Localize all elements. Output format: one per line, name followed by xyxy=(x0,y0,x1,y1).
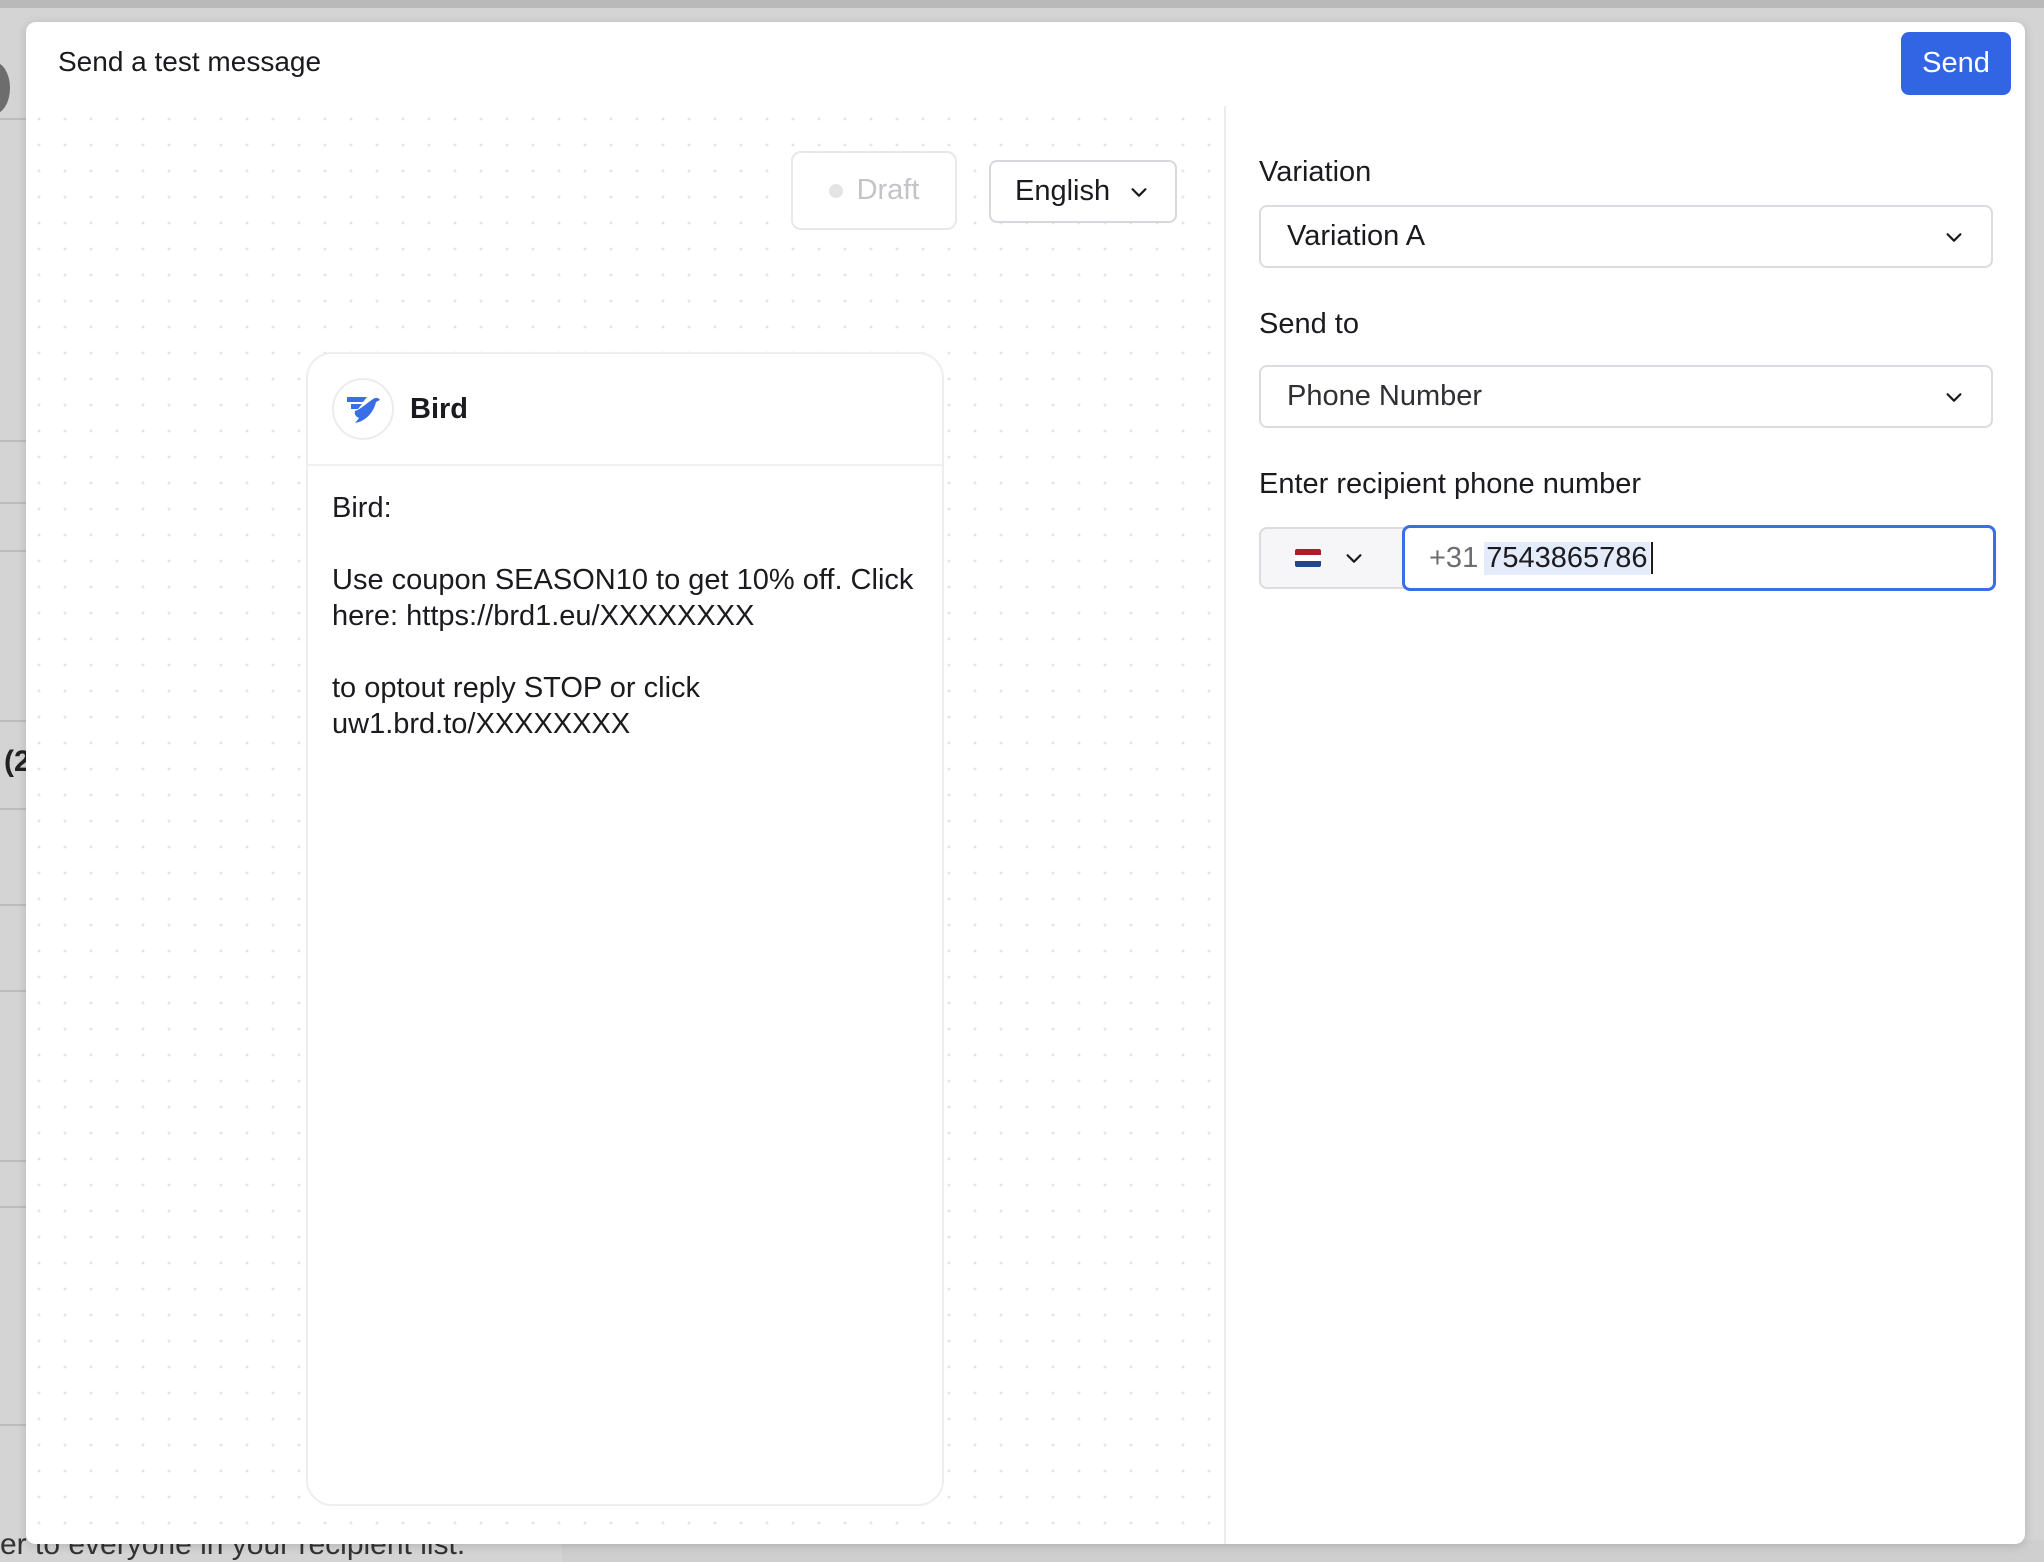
status-dot-icon xyxy=(828,183,843,198)
backdrop-top-strip xyxy=(0,0,2044,8)
variation-select-value: Variation A xyxy=(1287,220,1426,252)
modal-header: Send a test message Send xyxy=(26,22,2025,106)
send-to-select-value: Phone Number xyxy=(1287,380,1483,412)
bird-logo-icon xyxy=(347,397,380,423)
draft-status-button[interactable]: Draft xyxy=(791,151,957,230)
backdrop-divider xyxy=(0,1160,26,1162)
chevron-down-icon xyxy=(1946,232,1962,242)
sender-name: Bird xyxy=(410,392,468,425)
backdrop-divider xyxy=(0,904,26,906)
send-test-message-modal: Send a test message Send Draft English B… xyxy=(26,22,2025,1544)
sms-preview-card: Bird Bird: Use coupon SEASON10 to get 10… xyxy=(306,352,944,1506)
chevron-down-icon xyxy=(1346,554,1362,563)
variation-label: Variation xyxy=(1259,156,1372,188)
backdrop-avatar xyxy=(0,62,10,114)
backdrop-divider xyxy=(0,550,26,552)
sms-message-body: Bird: Use coupon SEASON10 to get 10% off… xyxy=(332,492,914,740)
backdrop-divider xyxy=(0,502,26,504)
language-select-label: English xyxy=(1015,175,1111,207)
send-to-label: Send to xyxy=(1259,308,1359,340)
backdrop-divider xyxy=(0,1424,26,1426)
recipient-phone-label: Enter recipient phone number xyxy=(1259,468,1642,500)
chevron-down-icon xyxy=(1946,392,1962,402)
recipient-phone-row: +31 7543865786 xyxy=(1259,525,1996,591)
modal-title: Send a test message xyxy=(58,46,322,77)
country-code-select[interactable] xyxy=(1259,527,1405,589)
backdrop-divider xyxy=(0,1206,26,1208)
chevron-down-icon xyxy=(1131,187,1147,197)
backdrop-divider xyxy=(0,440,26,442)
message-preview-panel: Draft English Bird Bird: Use coupon SEAS… xyxy=(26,106,1226,1544)
send-to-select[interactable]: Phone Number xyxy=(1259,365,1993,428)
dial-code-prefix: +31 xyxy=(1429,541,1479,574)
recipient-phone-input[interactable]: +31 7543865786 xyxy=(1402,525,1996,591)
netherlands-flag-icon xyxy=(1295,549,1321,567)
backdrop-divider xyxy=(0,118,26,120)
language-select[interactable]: English xyxy=(989,160,1177,223)
send-button[interactable]: Send xyxy=(1901,32,2011,95)
sender-avatar xyxy=(332,378,394,440)
backdrop-divider xyxy=(0,808,26,810)
variation-select[interactable]: Variation A xyxy=(1259,205,1993,268)
backdrop-divider xyxy=(0,990,26,992)
phone-number-value: 7543865786 xyxy=(1484,541,1650,575)
sms-preview-header: Bird xyxy=(308,354,942,466)
draft-status-label: Draft xyxy=(856,174,920,206)
backdrop-divider xyxy=(0,720,26,722)
text-caret xyxy=(1650,542,1653,574)
test-settings-panel: Variation Variation A Send to Phone Numb… xyxy=(1259,106,2025,1544)
